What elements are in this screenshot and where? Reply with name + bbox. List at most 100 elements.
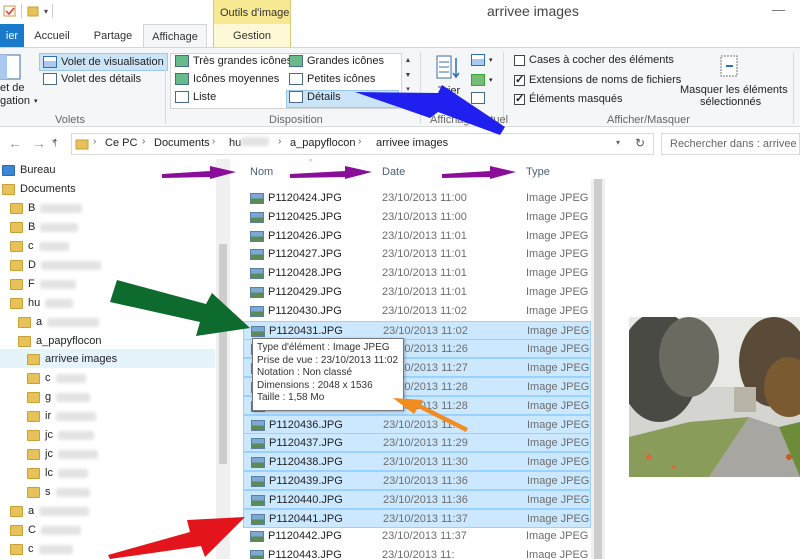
address-box[interactable]: › Ce PC › Documents › hu › a_papyflocon … bbox=[71, 133, 654, 155]
new-folder-icon[interactable] bbox=[26, 4, 40, 18]
item-checkboxes-checkbox[interactable] bbox=[514, 54, 525, 66]
breadcrumb-user-folder[interactable]: hu bbox=[229, 137, 270, 149]
layout-large-icons[interactable]: Grandes icônes bbox=[289, 55, 384, 67]
nav-item-folder[interactable]: D bbox=[10, 256, 101, 274]
table-row[interactable]: P1120431.JPG 23/10/2013 11:02 Image JPEG bbox=[243, 320, 591, 340]
nav-item-folder[interactable]: F bbox=[10, 275, 76, 293]
file-list-scrollbar-thumb[interactable] bbox=[594, 179, 602, 559]
nav-item-folder[interactable]: c bbox=[10, 237, 69, 255]
tab-accueil[interactable]: Accueil bbox=[28, 24, 76, 48]
table-row[interactable]: P1120426.JPG 23/10/2013 11:01 Image JPEG bbox=[243, 227, 591, 246]
hide-selected-label-2[interactable]: sélectionnés bbox=[700, 96, 761, 108]
breadcrumb-chevron-icon[interactable]: › bbox=[142, 136, 145, 147]
more-icon[interactable]: ▾ bbox=[402, 85, 414, 93]
column-header-name[interactable]: Nom bbox=[250, 166, 273, 178]
layout-gallery-scroll[interactable]: ▲ ▼ ▾ bbox=[401, 53, 414, 109]
nav-item-folder[interactable]: jc bbox=[27, 426, 94, 444]
layout-medium-icons[interactable]: Icônes moyennes bbox=[175, 73, 279, 85]
preview-pane-button[interactable]: Volet de visualisation bbox=[39, 53, 168, 71]
nav-item-folder[interactable]: ir bbox=[27, 407, 97, 425]
nav-item-folder[interactable]: C bbox=[10, 521, 81, 539]
nav-item-documents[interactable]: Documents bbox=[2, 180, 76, 198]
nav-item-user-folder[interactable]: hu bbox=[10, 294, 74, 312]
back-arrow-icon[interactable]: ← bbox=[8, 135, 22, 151]
navigation-pane-label[interactable]: et de bbox=[0, 82, 24, 94]
chevron-down-icon[interactable]: ▼ bbox=[402, 72, 414, 79]
nav-item-folder[interactable]: c bbox=[10, 540, 73, 558]
table-row[interactable]: P1120438.JPG 23/10/2013 11:30 Image JPEG bbox=[243, 452, 591, 472]
hidden-items-checkbox[interactable] bbox=[514, 92, 525, 105]
column-header-type[interactable]: Type bbox=[526, 166, 550, 178]
chevron-up-icon[interactable]: ▲ bbox=[402, 57, 414, 64]
refresh-icon[interactable]: ↻ bbox=[635, 136, 645, 150]
layout-list[interactable]: Liste bbox=[175, 91, 216, 103]
item-checkboxes-toggle[interactable]: Cases à cocher des éléments bbox=[514, 54, 674, 66]
nav-item-folder[interactable]: B bbox=[10, 199, 83, 217]
hidden-items-toggle[interactable]: Éléments masqués bbox=[514, 92, 623, 105]
table-row[interactable]: P1120427.JPG 23/10/2013 11:01 Image JPEG bbox=[243, 245, 591, 264]
chevron-down-icon[interactable]: ▾ bbox=[44, 7, 48, 16]
tab-fichier[interactable]: ier bbox=[0, 24, 24, 48]
tab-partage[interactable]: Partage bbox=[88, 24, 138, 48]
table-row[interactable]: P1120441.JPG 23/10/2013 11:37 Image JPEG bbox=[243, 508, 591, 528]
hide-selected-icon[interactable] bbox=[718, 54, 742, 80]
navigation-pane-label-2[interactable]: gation ▾ bbox=[0, 95, 38, 107]
breadcrumb-chevron-icon[interactable]: › bbox=[278, 136, 281, 147]
breadcrumb-ce-pc[interactable]: Ce PC bbox=[105, 137, 137, 149]
table-row[interactable]: P1120440.JPG 23/10/2013 11:36 Image JPEG bbox=[243, 489, 591, 509]
file-list-scrollbar[interactable] bbox=[591, 179, 605, 559]
breadcrumb-documents[interactable]: Documents bbox=[154, 137, 210, 149]
file-extensions-checkbox[interactable] bbox=[514, 73, 525, 86]
nav-item-folder[interactable]: g bbox=[27, 388, 91, 406]
table-row[interactable]: P1120424.JPG 23/10/2013 11:00 Image JPEG bbox=[243, 189, 591, 208]
table-row[interactable]: P1120442.JPG 23/10/2013 11:37 Image JPEG bbox=[243, 527, 591, 546]
nav-item-folder[interactable]: B bbox=[10, 218, 79, 236]
sort-icon[interactable] bbox=[436, 54, 462, 82]
breadcrumb-papyflocon[interactable]: a_papyflocon bbox=[290, 137, 355, 149]
breadcrumb-chevron-icon[interactable]: › bbox=[93, 136, 96, 147]
minimize-icon[interactable]: — bbox=[772, 2, 785, 17]
tab-affichage[interactable]: Affichage bbox=[143, 24, 207, 48]
nav-item-folder[interactable]: c bbox=[27, 369, 86, 387]
details-pane-button[interactable]: Volet des détails bbox=[43, 73, 141, 85]
layout-small-icons[interactable]: Petites icônes bbox=[289, 73, 375, 85]
nav-item-folder[interactable]: s bbox=[27, 483, 90, 501]
file-extensions-toggle[interactable]: Extensions de noms de fichiers bbox=[514, 73, 681, 86]
breadcrumb-chevron-icon[interactable]: › bbox=[212, 136, 215, 147]
nav-item-folder[interactable]: jc bbox=[27, 445, 98, 463]
table-row[interactable]: P1120429.JPG 23/10/2013 11:01 Image JPEG bbox=[243, 283, 591, 302]
breadcrumb-chevron-icon[interactable]: › bbox=[358, 136, 361, 147]
table-row[interactable]: P1120439.JPG 23/10/2013 11:36 Image JPEG bbox=[243, 471, 591, 490]
table-row[interactable]: P1120430.JPG 23/10/2013 11:02 Image JPEG bbox=[243, 302, 591, 321]
nav-item-folder[interactable]: a bbox=[18, 313, 100, 331]
size-columns-button[interactable] bbox=[471, 92, 485, 104]
nav-scrollbar[interactable] bbox=[216, 159, 230, 559]
navigation-pane-icon[interactable] bbox=[0, 54, 22, 80]
nav-item-arrivee-images[interactable]: arrivee images bbox=[27, 350, 117, 368]
layout-details[interactable]: Détails bbox=[289, 91, 341, 103]
hide-selected-label-1[interactable]: Masquer les éléments bbox=[680, 84, 788, 96]
table-row[interactable]: P1120428.JPG 23/10/2013 11:01 Image JPEG bbox=[243, 264, 591, 283]
sort-label[interactable]: Trier bbox=[438, 85, 460, 97]
table-row[interactable]: P1120443.JPG 23/10/2013 11: Image JPEG bbox=[243, 546, 591, 559]
search-input[interactable]: Rechercher dans : arrivee im bbox=[661, 133, 800, 155]
column-header-date[interactable]: Date bbox=[382, 166, 405, 178]
table-row[interactable]: P1120425.JPG 23/10/2013 11:00 Image JPEG bbox=[243, 208, 591, 227]
table-row[interactable]: P1120437.JPG 23/10/2013 11:29 Image JPEG bbox=[243, 433, 591, 453]
breadcrumb-arrivee-images[interactable]: arrivee images bbox=[376, 137, 448, 149]
forward-arrow-icon[interactable]: → bbox=[32, 135, 46, 151]
table-row[interactable]: P1120436.JPG 23/10/2013 11: Image JPEG bbox=[243, 414, 591, 434]
properties-icon[interactable] bbox=[3, 4, 17, 18]
layout-extra-large-icons[interactable]: Très grandes icônes bbox=[175, 55, 292, 67]
sort-by-dropdown[interactable]: par ▾ bbox=[438, 97, 461, 109]
nav-item-folder[interactable]: lc bbox=[27, 464, 88, 482]
address-dropdown-icon[interactable]: ▾ bbox=[616, 138, 620, 147]
group-by-button[interactable]: ▾ bbox=[471, 54, 493, 66]
nav-scrollbar-thumb[interactable] bbox=[219, 244, 227, 464]
tab-gestion[interactable]: Gestion bbox=[213, 24, 291, 48]
nav-item-bureau[interactable]: Bureau bbox=[2, 161, 55, 179]
add-columns-button[interactable]: ▾ bbox=[471, 74, 493, 86]
nav-item-papyflocon[interactable]: a_papyflocon bbox=[18, 332, 101, 350]
up-arrow-icon[interactable]: ↑ bbox=[52, 134, 59, 149]
nav-item-folder[interactable]: a bbox=[10, 502, 90, 520]
